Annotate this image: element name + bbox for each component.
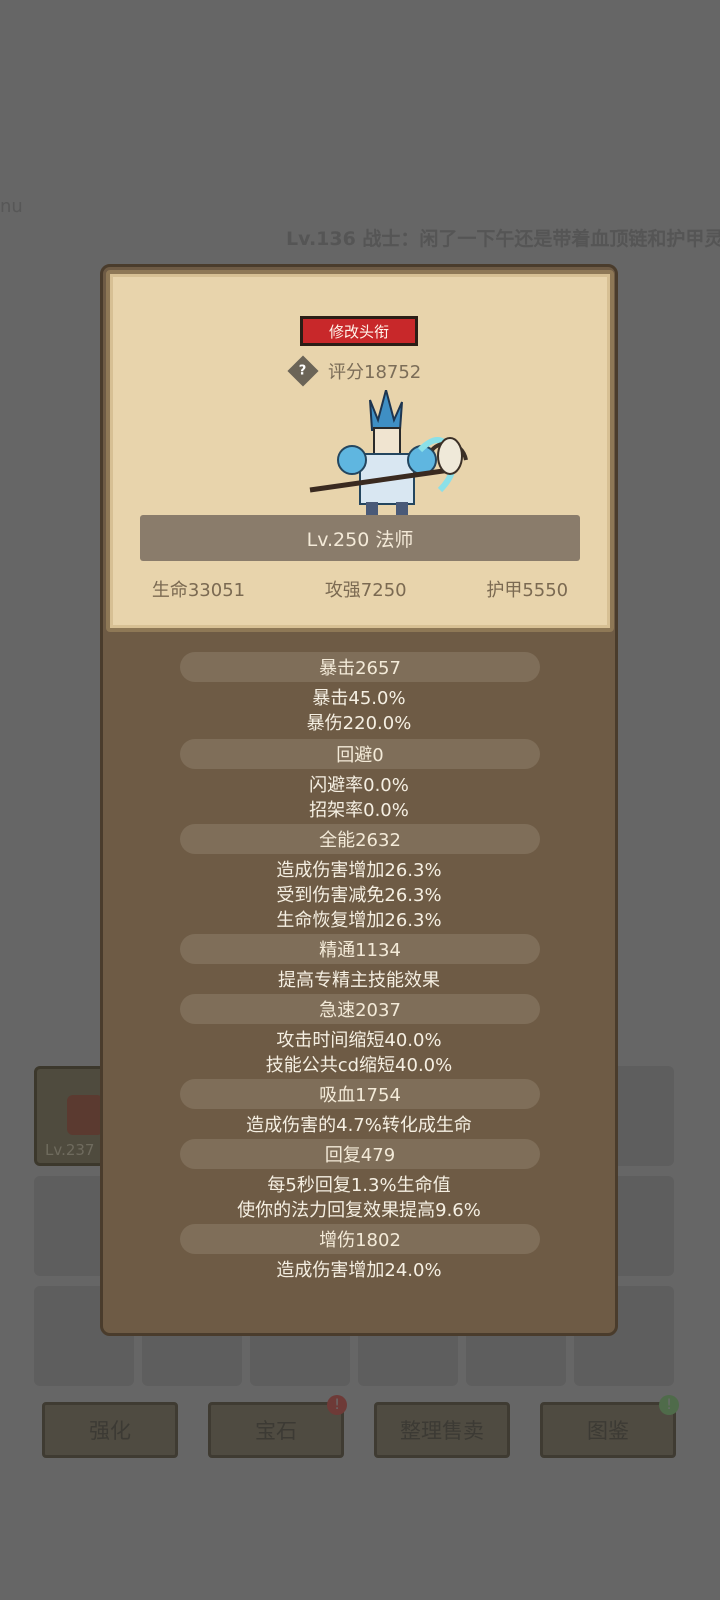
equipment-icon <box>67 1095 103 1135</box>
score-display: ? 评分18752 <box>287 355 422 387</box>
hp-stat: 生命33051 <box>151 580 246 601</box>
section-header-damage-increase: 增伤1802 <box>180 1224 540 1254</box>
main-stats-row: 生命33051 攻强7250 护甲5550 <box>112 576 608 602</box>
stat-detail-line: 攻击时间缩短40.0% <box>276 1030 442 1051</box>
stat-detail-line: 受到伤害减免26.3% <box>276 885 442 906</box>
section-header-haste: 急速2037 <box>180 994 540 1024</box>
level-class-label: Lv.250 法师 <box>306 528 414 551</box>
stat-detail-line: 闪避率0.0% <box>309 775 409 796</box>
enhance-button-label: 强化 <box>89 1419 131 1443</box>
stat-detail-line: 造成伤害增加24.0% <box>276 1260 442 1281</box>
stat-detail-line: 每5秒回复1.3%生命值 <box>267 1175 451 1196</box>
stat-detail-line: 生命恢复增加26.3% <box>276 910 442 931</box>
notification-badge-icon: ! <box>659 1395 679 1415</box>
section-header-regen: 回复479 <box>180 1139 540 1169</box>
stat-detail-line: 使你的法力回复效果提高9.6% <box>237 1200 481 1221</box>
background-chat-message: Lv.136 战士：闲了一下午还是带着血顶链和护甲灵 <box>286 228 720 250</box>
background-text-fragment: nu <box>0 196 23 217</box>
sort-sell-button[interactable]: 整理售卖 <box>374 1402 510 1458</box>
codex-button-label: 图鉴 <box>587 1419 629 1443</box>
gem-button-label: 宝石 <box>255 1419 297 1443</box>
score-label: 评分18752 <box>328 362 422 383</box>
level-class-bar: Lv.250 法师 <box>140 515 580 561</box>
stat-detail-line: 造成伤害的4.7%转化成生命 <box>246 1115 472 1136</box>
section-header-crit: 暴击2657 <box>180 652 540 682</box>
slot-level-label: Lv.237 <box>45 1141 95 1159</box>
stat-detail-line: 暴击45.0% <box>312 688 406 709</box>
enhance-button[interactable]: 强化 <box>42 1402 178 1458</box>
stat-detail-line: 暴伤220.0% <box>306 713 412 734</box>
stat-detail-line: 技能公共cd缩短40.0% <box>265 1055 453 1076</box>
section-header-evasion: 回避0 <box>180 739 540 769</box>
section-header-versatility: 全能2632 <box>180 824 540 854</box>
armor-stat: 护甲5550 <box>486 580 569 601</box>
codex-button[interactable]: 图鉴 ! <box>540 1395 679 1458</box>
stat-detail-line: 造成伤害增加26.3% <box>276 860 442 881</box>
section-header-mastery: 精通1134 <box>180 934 540 964</box>
stat-detail-line: 提高专精主技能效果 <box>278 970 440 991</box>
attack-stat: 攻强7250 <box>324 580 407 601</box>
help-icon[interactable]: ? <box>287 355 319 387</box>
notification-badge-icon: ! <box>327 1395 347 1415</box>
stat-detail-line: 招架率0.0% <box>309 800 409 821</box>
section-header-lifesteal: 吸血1754 <box>180 1079 540 1109</box>
sort-sell-button-label: 整理售卖 <box>400 1419 484 1443</box>
gem-button[interactable]: 宝石 ! <box>208 1395 347 1458</box>
edit-title-button[interactable]: 修改头衔 <box>300 316 418 346</box>
edit-title-label: 修改头衔 <box>328 322 389 341</box>
character-avatar <box>309 390 468 516</box>
